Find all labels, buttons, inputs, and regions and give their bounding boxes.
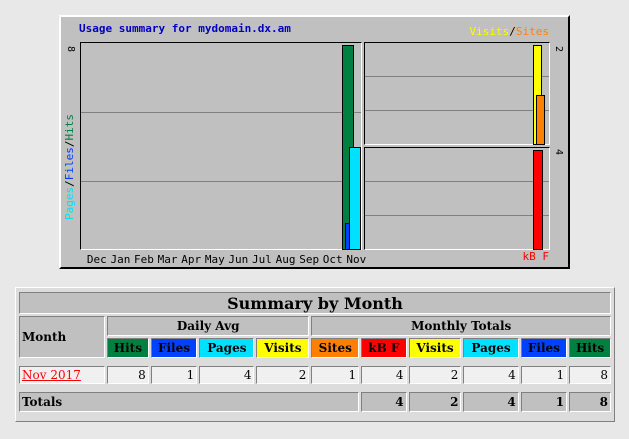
legend-f: F <box>542 250 549 263</box>
daily-files-header: Files <box>150 338 198 358</box>
nov-kb-bar <box>533 150 543 250</box>
month-label: Apr <box>181 253 202 266</box>
nov-sites-bar <box>536 95 545 145</box>
monthly-sites-header: Sites <box>311 338 360 358</box>
month-link[interactable]: Nov 2017 <box>22 368 81 382</box>
monthly-visits-value: 2 <box>408 366 462 384</box>
totals-pages-value: 4 <box>463 392 519 412</box>
monthly-kb-header: kB F <box>361 338 407 358</box>
month-label: Jul <box>252 253 272 266</box>
nov-pages-bar <box>349 147 361 250</box>
month-label: Sep <box>299 253 320 266</box>
hits-files-pages-chart <box>80 42 362 250</box>
hits-files-pages-axis-label: Pages/Files/Hits <box>63 114 76 220</box>
daily-pages-value: 4 <box>199 366 255 384</box>
daily-visits-header: Visits <box>256 338 310 358</box>
month-label: Aug <box>275 253 296 266</box>
monthly-totals-header: Monthly Totals <box>311 316 611 336</box>
kbytes-chart <box>364 147 550 250</box>
visits-sites-chart <box>364 42 550 145</box>
vlabel-hits: Hits <box>63 114 76 141</box>
month-label: Feb <box>134 253 154 266</box>
monthly-pages-value: 4 <box>463 366 519 384</box>
legend-visits-sites: Visits/Sites <box>470 25 550 38</box>
legend-sites: Sites <box>515 25 549 38</box>
monthly-hits-value: 8 <box>569 366 611 384</box>
monthly-kb-value: 4 <box>361 366 407 384</box>
summary-table: Summary by Month Month Daily Avg Monthly… <box>17 290 613 414</box>
month-label: Jan <box>110 253 131 266</box>
daily-avg-header: Daily Avg <box>107 316 310 336</box>
table-row: Nov 2017 8 1 4 2 1 4 2 4 1 8 <box>19 366 611 384</box>
summary-by-month: Summary by Month Month Daily Avg Monthly… <box>15 287 615 422</box>
month-label: Jun <box>228 253 249 266</box>
totals-files-value: 1 <box>520 392 568 412</box>
month-axis: Dec Jan Feb Mar Apr May Jun Jul Aug Sep … <box>85 253 368 266</box>
legend-kb: kB <box>522 250 536 263</box>
monthly-files-value: 1 <box>520 366 568 384</box>
summary-title: Summary by Month <box>19 292 611 314</box>
daily-visits-value: 2 <box>256 366 310 384</box>
totals-kb-value: 4 <box>361 392 407 412</box>
month-header: Month <box>19 316 105 358</box>
totals-hits-value: 8 <box>569 392 611 412</box>
month-label: Dec <box>86 253 107 266</box>
monthly-visits-header: Visits <box>408 338 462 358</box>
month-label: Nov <box>346 253 367 266</box>
legend-separator: / <box>509 25 516 38</box>
graph-title: Usage summary for mydomain.dx.am <box>79 22 291 35</box>
legend-visits: Visits <box>469 25 510 38</box>
usage-graph: Usage summary for mydomain.dx.am Visits/… <box>59 15 570 269</box>
vlabel-pages: Pages <box>63 186 76 220</box>
daily-files-value: 1 <box>150 366 198 384</box>
month-label: Mar <box>157 253 178 266</box>
daily-hits-header: Hits <box>107 338 149 358</box>
monthly-pages-header: Pages <box>463 338 519 358</box>
vlabel-files: Files <box>63 147 76 181</box>
daily-hits-value: 8 <box>107 366 149 384</box>
main-axis-max: 8 <box>65 45 77 53</box>
totals-row: Totals 4 2 4 1 8 <box>19 392 611 412</box>
totals-label: Totals <box>19 392 360 412</box>
month-label: May <box>204 253 225 266</box>
visits-axis-max: 2 <box>553 45 565 53</box>
daily-pages-header: Pages <box>199 338 255 358</box>
totals-visits-value: 2 <box>408 392 462 412</box>
monthly-files-header: Files <box>520 338 568 358</box>
month-label: Oct <box>322 253 343 266</box>
kb-axis-max: 4 <box>553 148 565 156</box>
monthly-sites-value: 1 <box>311 366 360 384</box>
monthly-hits-header: Hits <box>569 338 611 358</box>
month-cell: Nov 2017 <box>19 366 105 384</box>
legend-kb-files: kB F <box>523 250 550 263</box>
